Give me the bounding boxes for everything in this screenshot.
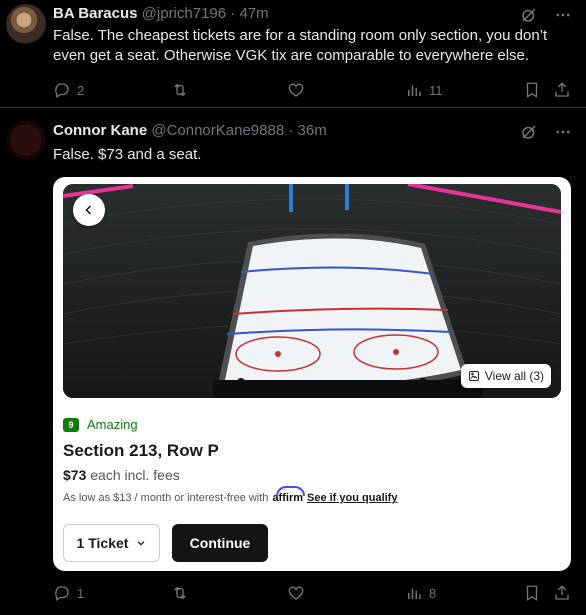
reply-button[interactable]: 1 bbox=[53, 584, 84, 602]
timestamp[interactable]: 36m bbox=[298, 122, 327, 139]
rating-label: Amazing bbox=[87, 417, 138, 432]
finance-text: As low as $13 / month or interest-free w… bbox=[63, 492, 269, 504]
like-icon bbox=[288, 83, 304, 97]
author-name[interactable]: BA Baracus bbox=[53, 5, 137, 22]
price-line: $73 each incl. fees bbox=[63, 467, 180, 483]
affirm-logo: affirm bbox=[272, 486, 305, 504]
grok-icon[interactable] bbox=[520, 123, 538, 141]
bookmark-icon bbox=[526, 585, 538, 602]
ticket-quantity-select[interactable]: 1 Ticket bbox=[63, 524, 160, 562]
retweet-button[interactable] bbox=[171, 584, 189, 602]
chevron-down-icon bbox=[138, 541, 145, 546]
reply-count: 1 bbox=[77, 585, 85, 601]
retweet-button[interactable] bbox=[171, 81, 189, 99]
timestamp[interactable]: 47m bbox=[239, 5, 268, 22]
ticket-card[interactable]: View all (3) 9 Amazing Section 213, Row … bbox=[53, 177, 571, 571]
retweet-icon bbox=[174, 83, 186, 97]
gallery-icon bbox=[468, 371, 479, 381]
bookmark-button[interactable] bbox=[523, 81, 541, 99]
like-button[interactable] bbox=[287, 584, 305, 602]
tweet[interactable]: Connor Kane @ConnorKane9888 · 36m False.… bbox=[0, 108, 586, 615]
arena-photo[interactable]: View all (3) bbox=[63, 184, 561, 398]
view-all-label: View all (3) bbox=[484, 369, 544, 383]
tweet-text: False. The cheapest tickets are for a st… bbox=[53, 27, 548, 64]
bookmark-button[interactable] bbox=[523, 584, 541, 602]
chevron-left-icon bbox=[85, 205, 92, 215]
tweet-actions: 1 8 bbox=[53, 581, 576, 605]
qualify-link[interactable]: See if you qualify bbox=[307, 492, 397, 504]
separator: · bbox=[288, 122, 294, 139]
avatar[interactable] bbox=[6, 120, 46, 160]
share-icon bbox=[555, 585, 569, 600]
financing-note: As low as $13 / month or interest-free w… bbox=[63, 486, 397, 504]
ticket-quantity-value: 1 Ticket bbox=[76, 535, 129, 551]
section-title: Section 213, Row P bbox=[63, 441, 219, 460]
views-count: 11 bbox=[429, 82, 443, 98]
views-button[interactable]: 8 bbox=[405, 584, 436, 602]
rating-score: 9 bbox=[63, 417, 79, 432]
rating-badge: 9 Amazing bbox=[63, 417, 138, 432]
more-icon[interactable] bbox=[554, 123, 572, 141]
views-count: 8 bbox=[429, 585, 437, 601]
views-icon bbox=[408, 85, 421, 96]
share-button[interactable] bbox=[553, 584, 571, 602]
more-icon[interactable] bbox=[554, 6, 572, 24]
reply-icon bbox=[55, 83, 69, 98]
back-button[interactable] bbox=[73, 194, 105, 226]
grok-icon[interactable] bbox=[520, 6, 538, 24]
author-handle[interactable]: @jprich7196 bbox=[142, 5, 226, 22]
author-handle[interactable]: @ConnorKane9888 bbox=[151, 122, 284, 139]
views-icon bbox=[408, 588, 421, 599]
tweet-header: BA Baracus @jprich7196 · 47m bbox=[53, 5, 269, 22]
like-button[interactable] bbox=[287, 81, 305, 99]
tweet-header: Connor Kane @ConnorKane9888 · 36m bbox=[53, 122, 327, 139]
separator: · bbox=[230, 5, 236, 22]
reply-icon bbox=[55, 586, 69, 601]
bookmark-icon bbox=[526, 82, 538, 99]
price-suffix: each incl. fees bbox=[90, 467, 180, 483]
like-icon bbox=[288, 586, 304, 600]
share-button[interactable] bbox=[553, 81, 571, 99]
price: $73 bbox=[63, 467, 87, 483]
tweet[interactable]: BA Baracus @jprich7196 · 47m False. The … bbox=[0, 0, 586, 108]
continue-button[interactable]: Continue bbox=[172, 524, 268, 562]
reply-button[interactable]: 2 bbox=[53, 81, 84, 99]
views-button[interactable]: 11 bbox=[405, 81, 443, 99]
tweet-text: False. $73 and a seat. bbox=[53, 146, 202, 163]
share-icon bbox=[555, 82, 569, 97]
author-name[interactable]: Connor Kane bbox=[53, 122, 147, 139]
view-all-button[interactable]: View all (3) bbox=[460, 364, 551, 388]
retweet-icon bbox=[174, 586, 186, 600]
reply-count: 2 bbox=[77, 82, 85, 98]
avatar[interactable] bbox=[6, 4, 46, 44]
tweet-actions: 2 11 bbox=[53, 78, 576, 102]
